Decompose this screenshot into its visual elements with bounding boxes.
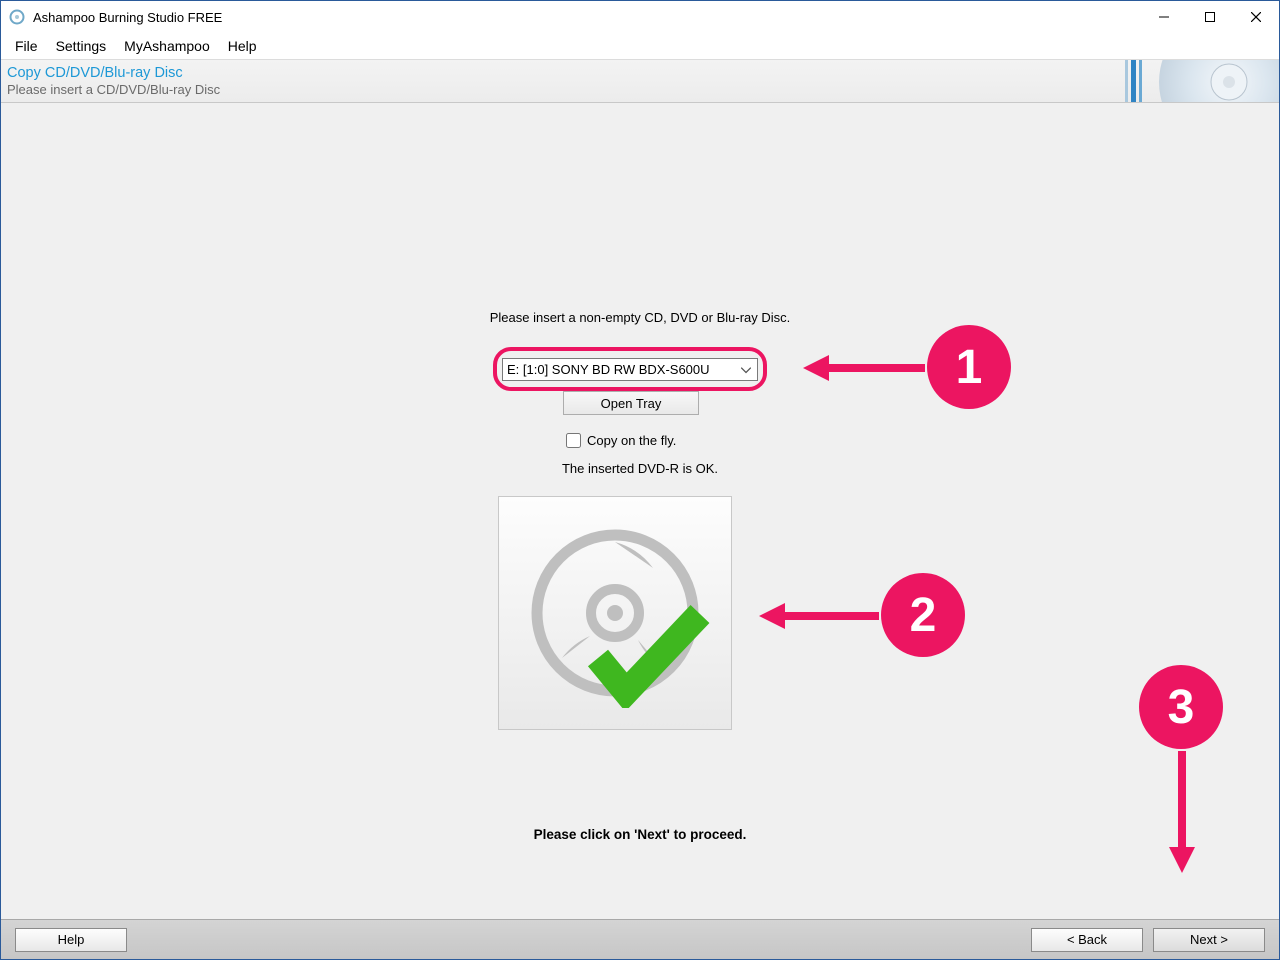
annotation-callout-3: 3	[1139, 665, 1223, 749]
app-icon	[9, 9, 25, 25]
titlebar: Ashampoo Burning Studio FREE	[1, 1, 1279, 33]
disc-status-text: The inserted DVD-R is OK.	[562, 461, 718, 476]
back-button[interactable]: < Back	[1031, 928, 1143, 952]
app-window: Ashampoo Burning Studio FREE File Settin…	[0, 0, 1280, 960]
window-title: Ashampoo Burning Studio FREE	[33, 10, 1141, 25]
menu-settings[interactable]: Settings	[48, 36, 115, 56]
disc-ok-icon	[520, 518, 710, 708]
copy-on-fly-option: Copy on the fly.	[566, 433, 676, 448]
chevron-down-icon	[741, 362, 751, 377]
copy-on-fly-label: Copy on the fly.	[587, 433, 676, 448]
window-controls	[1141, 1, 1279, 33]
annotation-arrow-2	[759, 601, 879, 631]
copy-on-fly-checkbox[interactable]	[566, 433, 581, 448]
annotation-arrow-1	[803, 353, 925, 383]
insert-disc-instruction: Please insert a non-empty CD, DVD or Blu…	[490, 310, 791, 325]
disc-status-graphic	[498, 496, 732, 730]
wizard-header: Copy CD/DVD/Blu-ray Disc Please insert a…	[1, 59, 1279, 103]
menu-myashampoo[interactable]: MyAshampoo	[116, 36, 218, 56]
drive-select[interactable]: E: [1:0] SONY BD RW BDX-S600U	[502, 358, 758, 381]
maximize-button[interactable]	[1187, 1, 1233, 33]
wizard-body: Please insert a non-empty CD, DVD or Blu…	[1, 103, 1279, 919]
proceed-instruction: Please click on 'Next' to proceed.	[534, 827, 747, 842]
menubar: File Settings MyAshampoo Help	[1, 33, 1279, 59]
annotation-callout-2: 2	[881, 573, 965, 657]
close-button[interactable]	[1233, 1, 1279, 33]
open-tray-button[interactable]: Open Tray	[563, 391, 699, 415]
drive-select-value: E: [1:0] SONY BD RW BDX-S600U	[507, 362, 710, 377]
menu-file[interactable]: File	[7, 36, 46, 56]
header-disc-graphic	[1059, 60, 1279, 102]
next-button[interactable]: Next >	[1153, 928, 1265, 952]
annotation-arrow-3	[1167, 751, 1197, 873]
help-button[interactable]: Help	[15, 928, 127, 952]
annotation-callout-1: 1	[927, 325, 1011, 409]
menu-help[interactable]: Help	[220, 36, 265, 56]
minimize-button[interactable]	[1141, 1, 1187, 33]
wizard-footer: Help < Back Next >	[1, 919, 1279, 959]
drive-select-highlight: E: [1:0] SONY BD RW BDX-S600U	[493, 347, 767, 391]
